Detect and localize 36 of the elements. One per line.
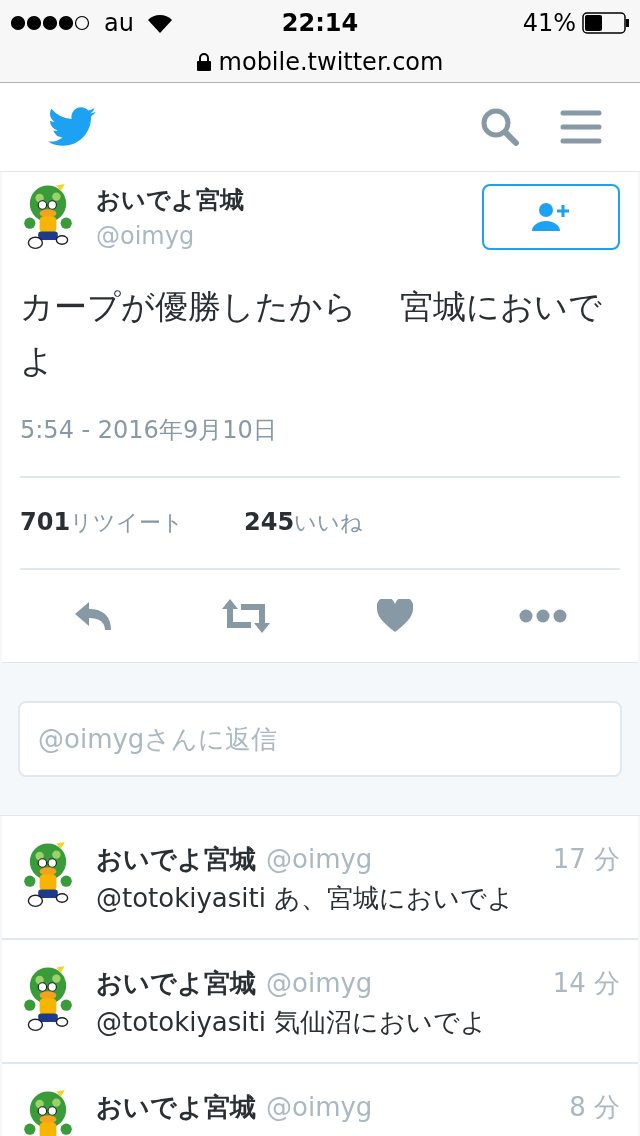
add-user-icon <box>531 201 571 233</box>
display-name: おいでよ宮城 <box>96 843 256 876</box>
stat-count[interactable]: 245いいね <box>244 508 364 538</box>
user-handle: @oimyg <box>266 1092 373 1122</box>
reply-input-field[interactable]: @oimygさんに返信 <box>18 701 622 777</box>
reply-text: @totokiyasiti あ、宮城においでよ <box>96 882 516 915</box>
tweet-text: カープが優勝したから 宮城においでよ <box>20 286 604 382</box>
reply-tweet-card[interactable]: おいでよ宮城 @oimyg 17 分 @totokiyasiti あ、宮城においでよ <box>2 816 638 940</box>
battery-percent: 41% <box>522 9 576 37</box>
user-handle: @oimyg <box>266 844 373 874</box>
page-url[interactable]: mobile.twitter.com <box>218 48 444 76</box>
signal-strength-icon <box>10 15 92 31</box>
user-handle: @oimyg <box>96 222 196 250</box>
heart-icon[interactable] <box>377 599 413 633</box>
more-dots-icon[interactable] <box>519 609 567 623</box>
carrier-name: au <box>104 9 134 37</box>
reply-time: 17 分 <box>552 843 620 876</box>
display-name: おいでよ宮城 <box>96 185 244 216</box>
reply-time: 14 分 <box>552 967 620 1000</box>
wifi-icon <box>145 12 174 34</box>
lock-icon <box>196 53 211 71</box>
display-name: おいでよ宮城 <box>96 1091 256 1124</box>
retweet-icon[interactable] <box>221 598 271 634</box>
search-icon[interactable] <box>480 107 520 147</box>
stat-count[interactable]: 701 リツイート <box>20 508 185 538</box>
reply-tweet-card[interactable]: おいでよ宮城 @oimyg 14 分 @totokiyasiti 気仙沼においでよ <box>2 940 638 1064</box>
display-name: おいでよ宮城 <box>96 967 256 1000</box>
battery-icon <box>582 12 630 34</box>
reply-text: @totokiyasiti 気仙沼においでよ <box>96 1006 489 1039</box>
user-handle: @oimyg <box>266 968 373 998</box>
reply-tweet-card[interactable]: おいでよ宮城 @oimyg 8 分 <box>2 1064 638 1136</box>
clock-time: 22:14 <box>281 9 359 37</box>
reply-time: 8 分 <box>569 1091 620 1124</box>
menu-icon[interactable] <box>560 109 602 145</box>
bird-logo-icon[interactable] <box>48 107 96 147</box>
follow-button[interactable] <box>482 184 620 250</box>
